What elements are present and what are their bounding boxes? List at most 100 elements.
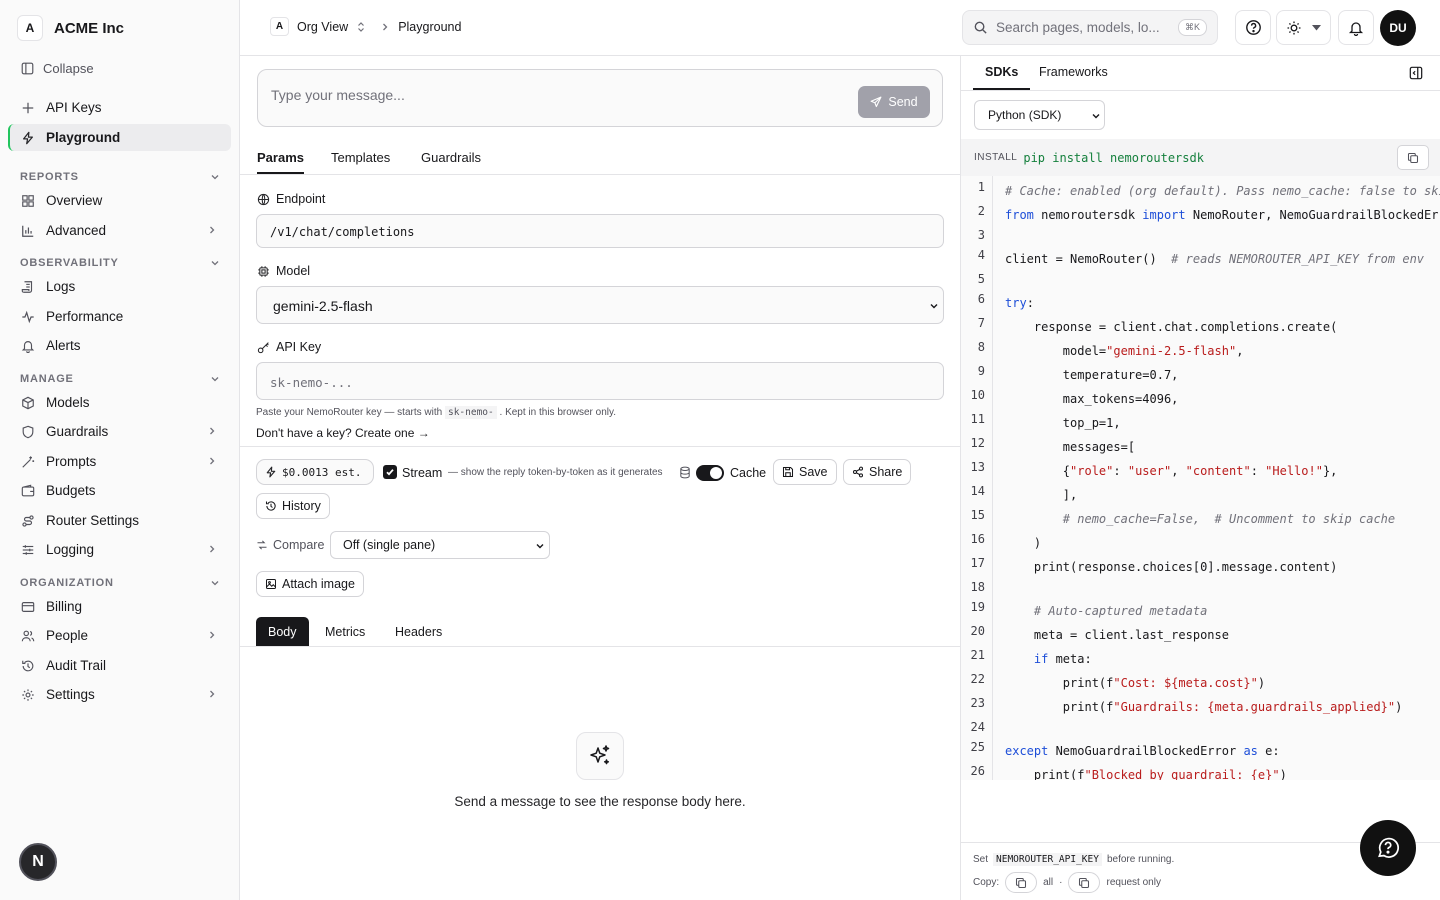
global-search[interactable]: Search pages, models, lo... ⌘K	[962, 10, 1218, 45]
api-key-label: API Key	[257, 340, 321, 354]
tab-templates[interactable]: Templates	[331, 150, 390, 165]
chevron-down-icon	[211, 581, 219, 586]
share-label: Share	[869, 465, 903, 479]
model-label: Model	[257, 264, 310, 278]
sidebar-item-models[interactable]: Models	[8, 389, 231, 416]
support-chat-button[interactable]	[1360, 820, 1416, 876]
code-line: response = client.chat.completions.creat…	[1005, 320, 1338, 334]
compare-label-text: Compare	[273, 538, 325, 552]
tab-headers[interactable]: Headers	[383, 617, 454, 646]
send-icon	[870, 96, 882, 108]
sidebar-item-api-keys[interactable]: API Keys	[8, 94, 231, 121]
compare-select[interactable]: Off (single pane)	[330, 531, 550, 559]
tab-sdks[interactable]: SDKs	[973, 65, 1031, 90]
copy-label: Copy:	[973, 877, 1000, 888]
sidebar-item-prompts[interactable]: Prompts	[8, 448, 231, 475]
line-number: 23	[970, 696, 985, 710]
sidebar-item-budgets[interactable]: Budgets	[8, 477, 231, 504]
stream-checkbox[interactable]	[383, 465, 397, 479]
line-number: 7	[977, 316, 985, 330]
sidebar-item-label: Overview	[46, 193, 103, 208]
toggle-knob	[710, 467, 722, 479]
send-label: Send	[888, 95, 918, 109]
sidebar-item-settings[interactable]: Settings	[8, 681, 231, 708]
sdk-language-select[interactable]: Python (SDK)	[974, 100, 1105, 130]
cost-estimate-value: $0.0013 est.	[282, 465, 362, 479]
line-number: 5	[977, 272, 985, 286]
create-key-link[interactable]: Don't have a key? Create one →	[256, 426, 430, 440]
org-view-switcher[interactable]: Org View	[297, 20, 348, 34]
line-number: 3	[977, 228, 985, 242]
sun-icon	[1287, 21, 1301, 34]
sidebar-item-guardrails[interactable]: Guardrails	[8, 418, 231, 445]
sidebar-item-overview[interactable]: Overview	[8, 187, 231, 214]
cache-toggle[interactable]	[696, 465, 724, 481]
app-logo-avatar[interactable]: N	[19, 843, 57, 881]
history-button[interactable]: History	[256, 493, 330, 519]
globe-icon	[257, 193, 270, 205]
tab-body[interactable]: Body	[256, 617, 309, 646]
sidebar-item-billing[interactable]: Billing	[8, 593, 231, 620]
tab-params[interactable]: Params	[257, 150, 304, 174]
theme-toggle-button[interactable]	[1276, 10, 1331, 45]
endpoint-label-text: Endpoint	[276, 192, 326, 206]
sidebar-item-performance[interactable]: Performance	[8, 303, 231, 330]
panel-toggle-icon[interactable]	[1409, 66, 1423, 80]
chevron-down-icon	[536, 544, 544, 549]
sidebar-item-logs[interactable]: Logs	[8, 273, 231, 300]
copy-request-button[interactable]	[1068, 872, 1101, 893]
section-organization[interactable]: ORGANIZATION	[20, 577, 220, 589]
copy-install-button[interactable]	[1397, 145, 1429, 170]
share-button[interactable]: Share	[843, 459, 912, 485]
tab-metrics[interactable]: Metrics	[313, 617, 377, 646]
save-button[interactable]: Save	[773, 459, 837, 485]
line-number: 11	[970, 412, 985, 426]
user-avatar[interactable]: DU	[1380, 10, 1416, 46]
model-select[interactable]: gemini-2.5-flash	[256, 286, 944, 324]
route-icon	[22, 514, 34, 527]
copy-separator: ·	[1059, 877, 1063, 888]
sidebar-item-label: Budgets	[46, 483, 96, 498]
sidebar-item-alerts[interactable]: Alerts	[8, 332, 231, 359]
message-input[interactable]: Type your message...	[271, 87, 405, 103]
card-icon	[21, 601, 35, 612]
message-composer[interactable]: Type your message... Send	[257, 69, 943, 127]
api-key-input[interactable]: sk-nemo-...	[256, 362, 944, 400]
search-input[interactable]: Search pages, models, lo...	[996, 20, 1160, 35]
sidebar-item-label: API Keys	[46, 100, 102, 115]
notifications-button[interactable]	[1338, 10, 1374, 45]
sidebar-item-audit-trail[interactable]: Audit Trail	[8, 652, 231, 679]
api-key-placeholder: sk-nemo-...	[270, 375, 353, 390]
attach-image-button[interactable]: Attach image	[256, 571, 364, 597]
cube-icon	[22, 396, 34, 409]
sidebar-item-advanced[interactable]: Advanced	[8, 217, 231, 244]
section-reports[interactable]: REPORTS	[20, 171, 220, 183]
sidebar-item-logging[interactable]: Logging	[8, 536, 231, 563]
bell-icon	[21, 340, 35, 353]
copy-all-button[interactable]	[1005, 872, 1038, 893]
code-panel: SDKs Frameworks Python (SDK) INSTALL pip…	[960, 56, 1440, 900]
send-button[interactable]: Send	[858, 86, 930, 118]
sidebar-item-label: Models	[46, 395, 90, 410]
chevron-down-icon	[211, 377, 219, 382]
line-number: 2	[977, 204, 985, 218]
sidebar-item-people[interactable]: People	[8, 622, 231, 649]
help-button[interactable]	[1235, 10, 1271, 45]
endpoint-field[interactable]: /v1/chat/completions	[256, 214, 944, 248]
tab-guardrails[interactable]: Guardrails	[421, 150, 481, 165]
collapse-button[interactable]: Collapse	[21, 61, 94, 76]
history-label: History	[282, 499, 321, 513]
sidebar-item-router-settings[interactable]: Router Settings	[8, 507, 231, 534]
section-manage[interactable]: MANAGE	[20, 373, 220, 385]
section-observability[interactable]: OBSERVABILITY	[20, 257, 220, 269]
tab-frameworks[interactable]: Frameworks	[1039, 65, 1108, 79]
code-panel-tabs: SDKs Frameworks	[961, 56, 1440, 91]
sidebar: A ACME Inc Collapse API Keys Playground …	[0, 0, 240, 900]
sidebar-item-label: Settings	[46, 687, 95, 702]
code-editor[interactable]: 1 2 3 4 5 6 7 8 9 10 11 12 13 14 15 16 17 18 19 20 21 22 23 24 2…	[961, 176, 1440, 780]
org-switcher[interactable]: A ACME Inc	[17, 15, 124, 41]
sidebar-item-playground[interactable]: Playground	[8, 124, 231, 151]
share-icon	[852, 466, 864, 478]
chevron-updown-icon[interactable]	[356, 21, 366, 33]
line-number: 26	[970, 764, 985, 778]
